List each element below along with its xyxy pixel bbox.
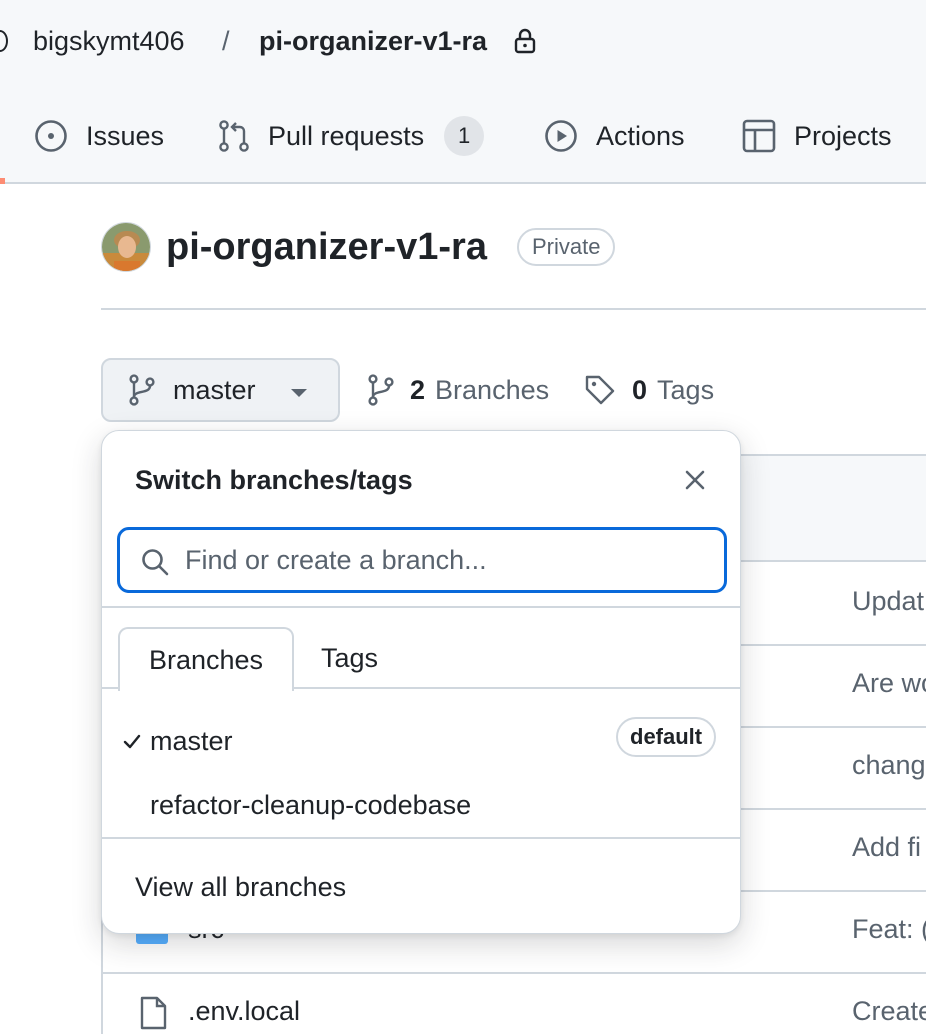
popover-divider [102,606,740,608]
tab-branches[interactable]: Branches [118,627,294,691]
breadcrumb-separator: / [222,26,230,56]
commit-message[interactable]: Updat [852,586,924,617]
selected-tab-underline [0,178,5,184]
branches-count: 2 [410,374,426,405]
branch-item-master[interactable]: master default [102,713,740,769]
popover-divider [102,837,740,839]
tab-tags[interactable]: Tags [321,627,378,689]
branch-search-input[interactable] [185,540,705,580]
tags-count: 0 [632,374,648,405]
branches-link[interactable]: 2 Branches [368,370,549,410]
close-icon[interactable] [680,465,710,495]
breadcrumb-repo-link[interactable]: pi-organizer-v1-ra [259,22,487,60]
default-badge: default [616,717,717,757]
branch-switch-popover: Switch branches/tags Branches Tags maste… [101,430,741,934]
pull-requests-counter: 1 [444,116,485,156]
check-icon [123,734,141,749]
tags-label: Tags [657,374,715,405]
commit-message[interactable]: Feat: ( [852,914,926,945]
current-branch-label: master [173,374,256,405]
commit-message[interactable]: chang [852,750,926,781]
chevron-down-icon [291,389,307,397]
tab-issues[interactable]: Issues [34,112,164,160]
github-logo-icon[interactable] [0,30,8,52]
branch-search-field[interactable] [117,527,727,593]
branch-item-refactor-cleanup-codebase[interactable]: refactor-cleanup-codebase [102,777,740,833]
branch-item-label: refactor-cleanup-codebase [150,790,472,820]
popover-title: Switch branches/tags [135,465,413,495]
search-icon [142,549,169,576]
commit-message[interactable]: Create [852,996,926,1027]
breadcrumb-owner-link[interactable]: bigskymt406 [33,22,185,60]
avatar[interactable] [101,222,151,272]
repo-title[interactable]: pi-organizer-v1-ra [166,222,487,272]
tag-icon [585,375,615,405]
tab-projects-label: Projects [794,120,892,151]
git-branch-icon [129,374,155,406]
branches-label: Branches [435,374,550,405]
branch-select-button[interactable]: master [101,358,340,422]
file-name-env-local[interactable]: .env.local [188,996,300,1027]
tab-pull-requests-label: Pull requests [268,120,425,151]
tab-pull-requests[interactable]: Pull requests 1 [218,112,485,160]
title-divider [101,308,926,310]
file-icon [140,996,167,1030]
tags-link[interactable]: 0 Tags [584,370,714,410]
view-all-branches-link[interactable]: View all branches [135,869,346,905]
play-icon [545,120,577,152]
tab-actions[interactable]: Actions [544,112,685,160]
issue-opened-icon [35,120,67,152]
repo-header-bar: bigskymt406 / pi-organizer-v1-ra Issues … [0,0,926,184]
branch-item-label: master [150,726,233,756]
git-branch-icon [368,374,394,406]
tab-issues-label: Issues [86,120,165,151]
visibility-badge: Private [517,228,616,266]
tab-projects[interactable]: Projects [742,112,892,160]
commit-message[interactable]: Are wo [852,668,926,699]
lock-icon [514,28,536,54]
table-icon [742,119,776,153]
commit-message[interactable]: Add fi [852,832,921,863]
row-divider [103,972,926,974]
git-pull-request-icon [219,120,249,152]
tab-actions-label: Actions [596,120,685,151]
